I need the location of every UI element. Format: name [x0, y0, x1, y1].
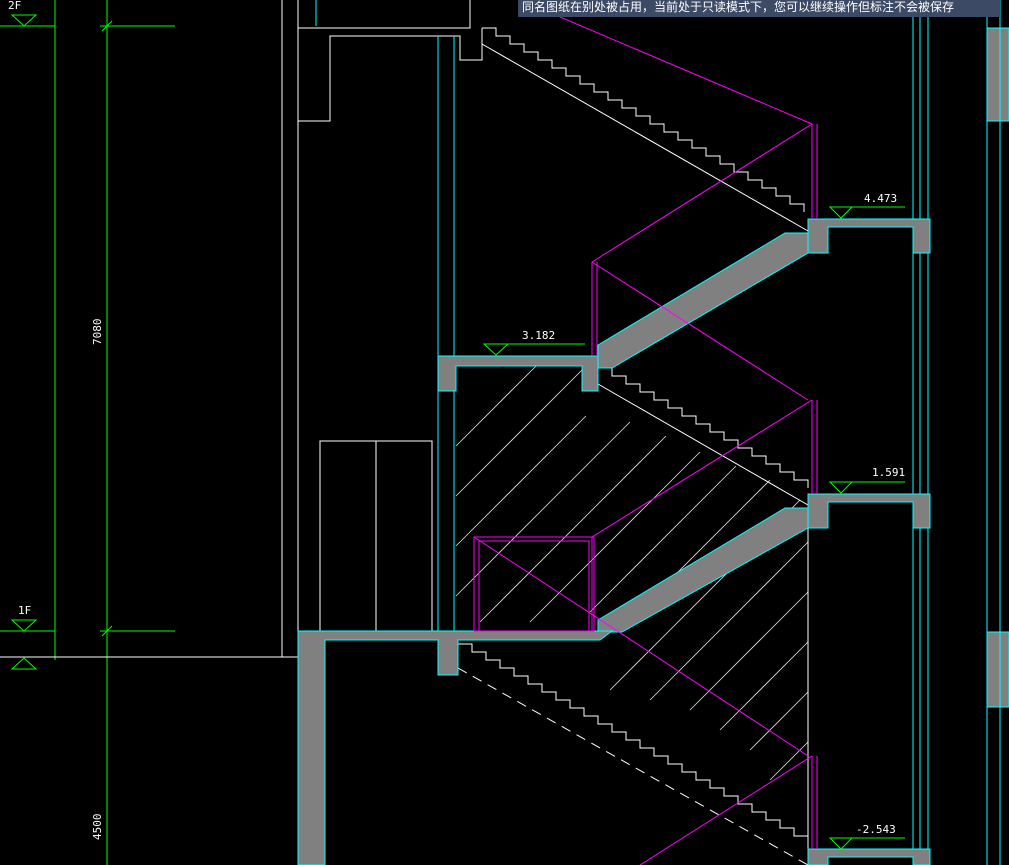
dimension-text-4500: 4500 [91, 814, 104, 841]
level-label-2f: 2F [8, 0, 21, 12]
elevation-label-3182: 3.182 [522, 329, 555, 342]
section-hatching [455, 365, 809, 781]
elevation-label-4473: 4.473 [864, 192, 897, 205]
stair-steps-upper [482, 27, 805, 212]
elevation-label-1591: 1.591 [872, 466, 905, 479]
cyan-outlines [315, 0, 1001, 865]
magenta-guides [473, 0, 818, 865]
white-linework [0, 0, 809, 865]
stair-steps-middle [598, 367, 809, 488]
readonly-notice-banner: 同名图纸在别处被占用，当前处于只读模式下，您可以继续操作但标注不会被保存 [518, 0, 1000, 17]
cad-drawing-canvas[interactable]: 2F 1F 7080 4500 4.473 3.182 1.591 -2.543 [0, 0, 1009, 865]
dimension-text-7080: 7080 [91, 319, 104, 346]
elevation-label-minus-2543: -2.543 [856, 823, 896, 836]
level-label-1f: 1F [18, 604, 31, 617]
concrete-sections [297, 27, 1009, 865]
dimension-lines [0, 0, 175, 865]
stair-steps-lower [458, 643, 808, 837]
